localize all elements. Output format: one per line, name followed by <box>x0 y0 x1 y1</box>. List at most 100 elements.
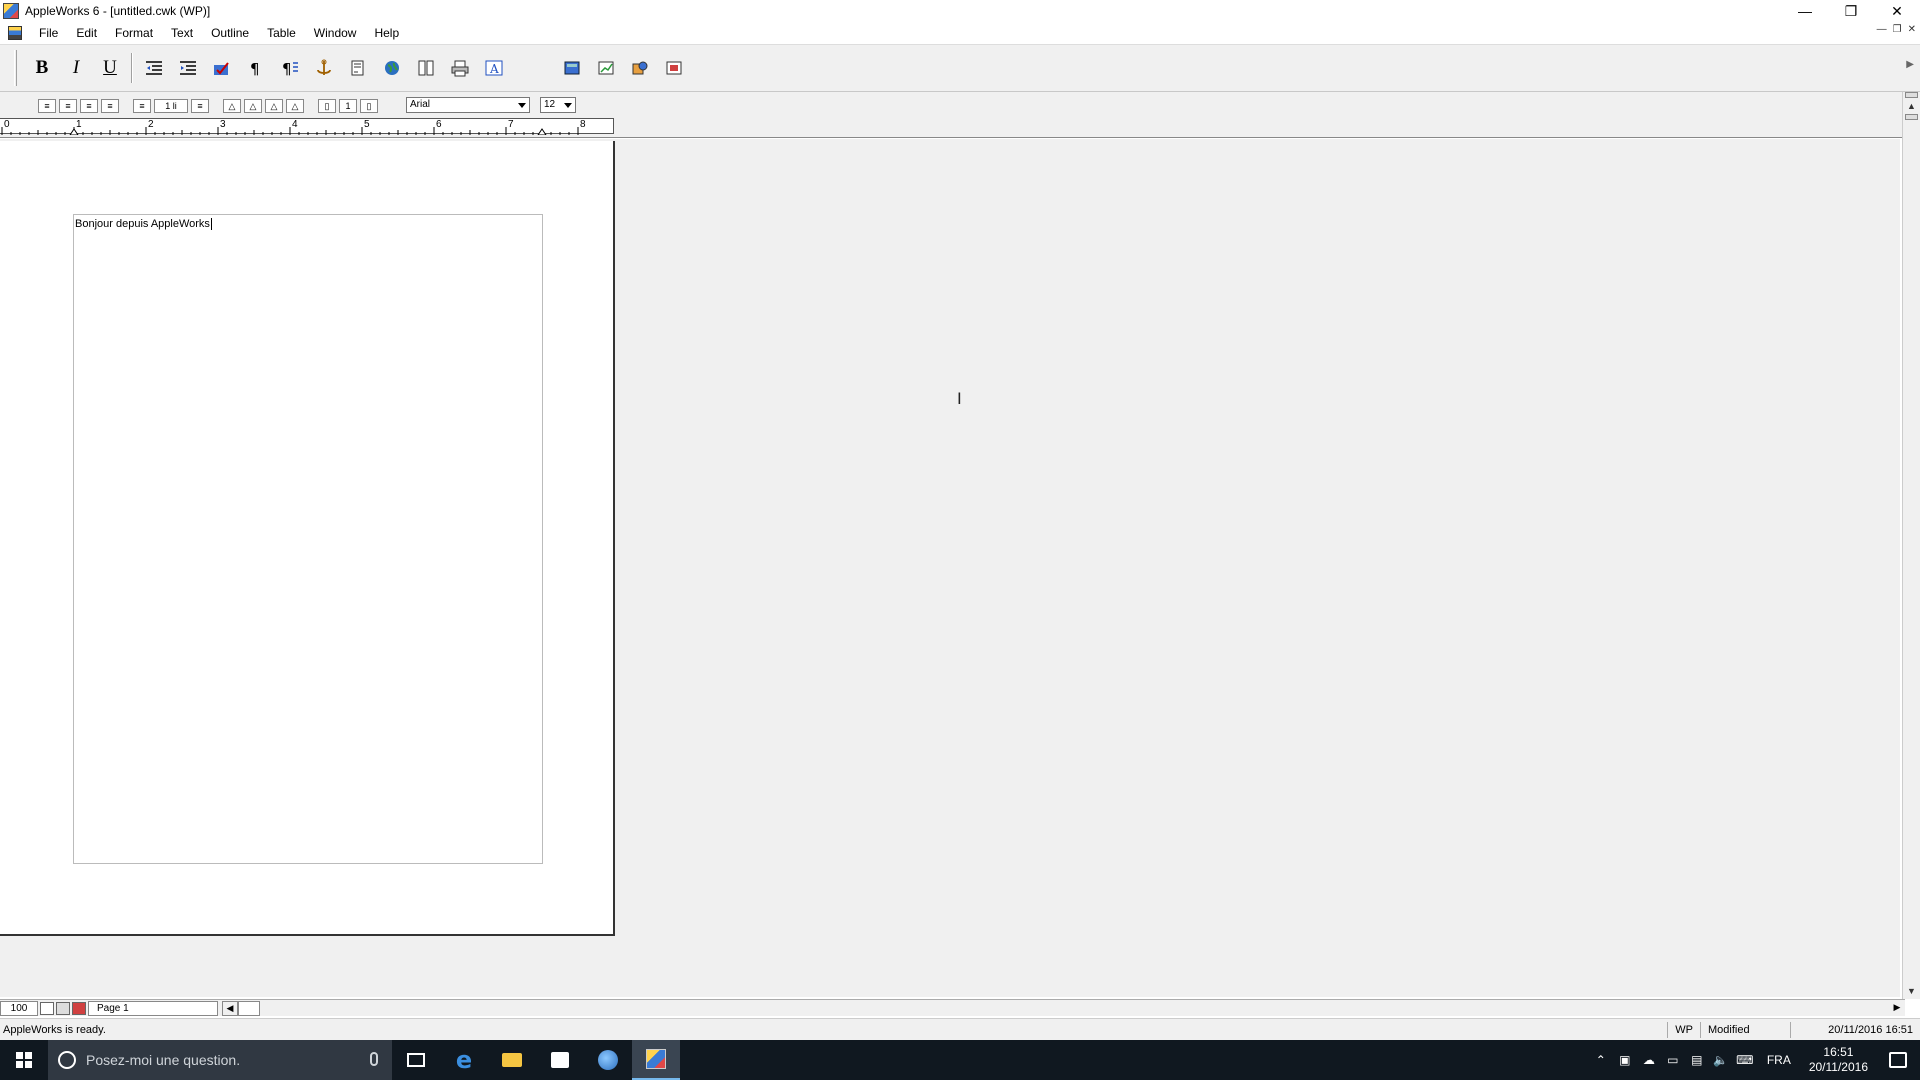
menu-window[interactable]: Window <box>305 22 366 44</box>
text-style-button[interactable]: A <box>480 54 508 82</box>
taskbar-store[interactable] <box>536 1040 584 1080</box>
new-presentation-button[interactable] <box>660 54 688 82</box>
spreadsheet-icon <box>598 61 614 75</box>
zoom-in-icon[interactable] <box>56 1001 70 1015</box>
battery-icon[interactable]: ▭ <box>1661 1053 1685 1067</box>
right-indent-marker[interactable] <box>537 128 547 136</box>
search-placeholder: Posez-moi une question. <box>86 1052 241 1068</box>
restore-button[interactable]: ❐ <box>1828 0 1874 22</box>
menu-text[interactable]: Text <box>162 22 202 44</box>
zoom-field[interactable]: 100 <box>0 1000 38 1016</box>
insert-hyperlink-button[interactable] <box>378 54 406 82</box>
tray-app-icon[interactable]: ▣ <box>1613 1053 1637 1067</box>
document-text-content: Bonjour depuis AppleWorks <box>75 218 210 230</box>
start-button[interactable] <box>0 1040 48 1080</box>
microphone-icon[interactable] <box>370 1052 378 1066</box>
bold-button[interactable]: B <box>28 54 56 82</box>
minimize-button[interactable]: — <box>1782 0 1828 22</box>
new-spreadsheet-button[interactable] <box>592 54 620 82</box>
document-page[interactable]: Bonjour depuis AppleWorks <box>0 141 615 936</box>
left-tab-button[interactable]: △ <box>223 99 241 113</box>
scroll-right-icon[interactable]: ▶ <box>1889 1001 1905 1016</box>
keyboard-icon[interactable]: ⌨ <box>1733 1053 1757 1067</box>
column-increase-button[interactable]: ▯ <box>360 99 378 113</box>
center-tab-button[interactable]: △ <box>244 99 262 113</box>
zoom-out-icon[interactable] <box>40 1001 54 1015</box>
font-size-select[interactable]: 12 <box>540 97 576 113</box>
cortana-search-box[interactable]: Posez-moi une question. <box>48 1040 392 1080</box>
onedrive-icon[interactable]: ☁ <box>1637 1053 1661 1067</box>
ruler-number: 6 <box>436 119 442 130</box>
document-text[interactable]: Bonjour depuis AppleWorks <box>75 218 212 231</box>
globe-link-icon <box>385 61 399 75</box>
right-tab-button[interactable]: △ <box>265 99 283 113</box>
spellcheck-icon <box>214 62 229 75</box>
split-bar[interactable] <box>1905 114 1918 120</box>
column-decrease-button[interactable]: ▯ <box>318 99 336 113</box>
increase-spacing-button[interactable]: ≡ <box>191 99 209 113</box>
appleworks-app-icon[interactable] <box>3 3 19 19</box>
font-select[interactable]: Arial <box>406 97 530 113</box>
close-button[interactable]: ✕ <box>1874 0 1920 22</box>
task-view-button[interactable] <box>392 1040 440 1080</box>
align-right-button[interactable]: ≡ <box>80 99 98 113</box>
vertical-scrollbar[interactable]: ▲ ▼ <box>1902 92 1920 999</box>
menu-file[interactable]: File <box>30 22 67 44</box>
print-icon <box>451 60 469 77</box>
show-hidden-icons-chevron-icon[interactable]: ⌃ <box>1589 1053 1613 1067</box>
insert-footnote-button[interactable] <box>344 54 372 82</box>
decrease-indent-button[interactable] <box>140 54 168 82</box>
page-indicator[interactable]: Page 1 <box>88 1000 218 1016</box>
menu-help[interactable]: Help <box>365 22 408 44</box>
paragraph-format-button[interactable]: ¶ <box>276 54 304 82</box>
action-center-button[interactable] <box>1876 1052 1920 1068</box>
new-drawing-button[interactable] <box>626 54 654 82</box>
menu-table[interactable]: Table <box>258 22 305 44</box>
insert-columns-button[interactable] <box>412 54 440 82</box>
input-language[interactable]: FRA <box>1757 1053 1801 1067</box>
volume-icon[interactable]: 🔈 <box>1709 1053 1733 1067</box>
store-icon <box>551 1052 569 1068</box>
menu-edit[interactable]: Edit <box>67 22 106 44</box>
increase-indent-button[interactable] <box>174 54 202 82</box>
document-area[interactable]: Bonjour depuis AppleWorks I <box>0 139 1900 997</box>
clock[interactable]: 16:51 20/11/2016 <box>1801 1045 1876 1075</box>
doc-minimize-icon[interactable]: — <box>1877 24 1887 35</box>
show-invisibles-button[interactable]: ¶ <box>242 54 270 82</box>
text-body-frame[interactable]: Bonjour depuis AppleWorks <box>73 214 543 864</box>
taskbar-file-explorer[interactable] <box>488 1040 536 1080</box>
column-count-field[interactable]: 1 <box>339 99 357 113</box>
new-database-button[interactable] <box>558 54 586 82</box>
title-bar: AppleWorks 6 - [untitled.cwk (WP)] — ❐ ✕ <box>0 0 1920 22</box>
align-center-button[interactable]: ≡ <box>59 99 77 113</box>
italic-button[interactable]: I <box>62 54 90 82</box>
line-spacing-field[interactable]: 1 li <box>154 99 188 113</box>
print-button[interactable] <box>446 54 474 82</box>
taskbar-browser[interactable] <box>584 1040 632 1080</box>
network-icon[interactable]: ▤ <box>1685 1053 1709 1067</box>
scroll-down-icon[interactable]: ▼ <box>1903 983 1920 999</box>
horizontal-ruler[interactable]: 0 1 2 3 4 5 6 7 8 <box>0 118 614 136</box>
align-left-button[interactable]: ≡ <box>38 99 56 113</box>
decrease-spacing-button[interactable]: ≡ <box>133 99 151 113</box>
scroll-left-icon[interactable]: ◀ <box>222 1000 238 1016</box>
clock-date: 20/11/2016 <box>1808 1060 1868 1074</box>
doc-restore-icon[interactable]: ❐ <box>1893 24 1902 35</box>
menu-format[interactable]: Format <box>106 22 162 44</box>
toolbar-scroll-right-icon[interactable]: ▶ <box>1906 59 1914 70</box>
doc-close-icon[interactable]: ✕ <box>1908 24 1916 35</box>
underline-button[interactable]: U <box>96 54 124 82</box>
taskbar-edge[interactable]: e <box>440 1040 488 1080</box>
document-icon[interactable] <box>8 26 22 40</box>
justify-button[interactable]: ≡ <box>101 99 119 113</box>
decimal-tab-button[interactable]: △ <box>286 99 304 113</box>
insert-anchor-button[interactable] <box>310 54 338 82</box>
taskbar-appleworks[interactable] <box>632 1040 680 1080</box>
toolbar-grip[interactable] <box>14 50 17 86</box>
horizontal-scroll-thumb[interactable] <box>238 1000 260 1016</box>
ruler-number: 3 <box>220 119 226 130</box>
show-tools-icon[interactable] <box>72 1001 86 1015</box>
menu-outline[interactable]: Outline <box>202 22 258 44</box>
scroll-up-icon[interactable]: ▲ <box>1903 98 1920 114</box>
spell-check-button[interactable] <box>208 54 236 82</box>
